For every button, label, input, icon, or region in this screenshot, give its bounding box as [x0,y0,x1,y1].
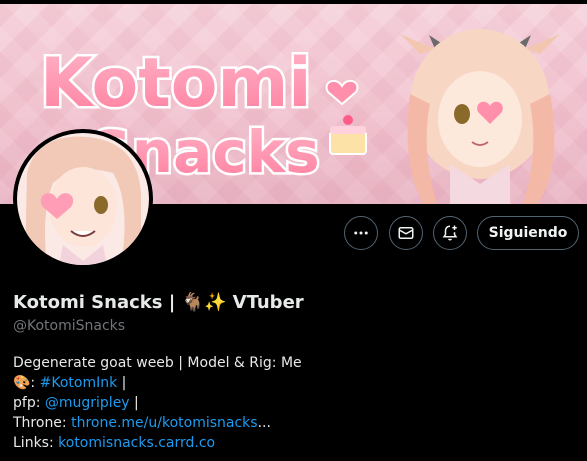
mail-icon [398,227,414,239]
following-button[interactable]: Siguiendo [477,216,579,250]
bio-art-label: 🎨: [13,375,40,391]
bio-throne-label: Throne: [13,415,72,431]
bio-links-label: Links: [13,435,59,451]
profile-bio: Degenerate goat weeb | Model & Rig: Me 🎨… [13,353,573,453]
bio-separator: | [129,395,139,411]
banner-logo-line1: Kotomi [40,44,312,123]
banner-character-art [400,29,560,204]
bio-line-1: Degenerate goat weeb | Model & Rig: Me [13,355,302,371]
message-button[interactable] [389,216,423,250]
heart-icon [325,79,359,106]
display-name: Kotomi Snacks | 🐐✨ VTuber [13,291,304,313]
profile-avatar[interactable] [13,129,153,269]
notifications-button[interactable] [433,216,467,250]
bio-separator: | [117,375,127,391]
user-handle: @KotomiSnacks [13,318,126,334]
mention-link[interactable]: @mugripley [45,395,130,411]
more-horizontal-icon [354,231,368,235]
bio-line-3: pfp: @mugripley | [13,393,573,413]
bio-line-5: Links: kotomisnacks.carrd.co [13,433,573,453]
throne-link[interactable]: throne.me/u/kotomisnacks [71,415,257,431]
bio-pfp-label: pfp: [13,395,45,411]
bio-line-2: 🎨: #KotomInk | [13,373,573,393]
hashtag-link[interactable]: #KotomInk [40,375,118,391]
cake-icon [329,115,367,155]
carrd-link[interactable]: kotomisnacks.carrd.co [58,435,215,451]
avatar-art [17,133,149,265]
more-options-button[interactable] [344,216,378,250]
bio-ellipsis: ... [257,415,271,431]
name-row: Kotomi Snacks | 🐐✨ VTuber [13,290,304,314]
bio-line-4: Throne: throne.me/u/kotomisnacks... [13,413,573,433]
bell-plus-icon [442,225,458,241]
